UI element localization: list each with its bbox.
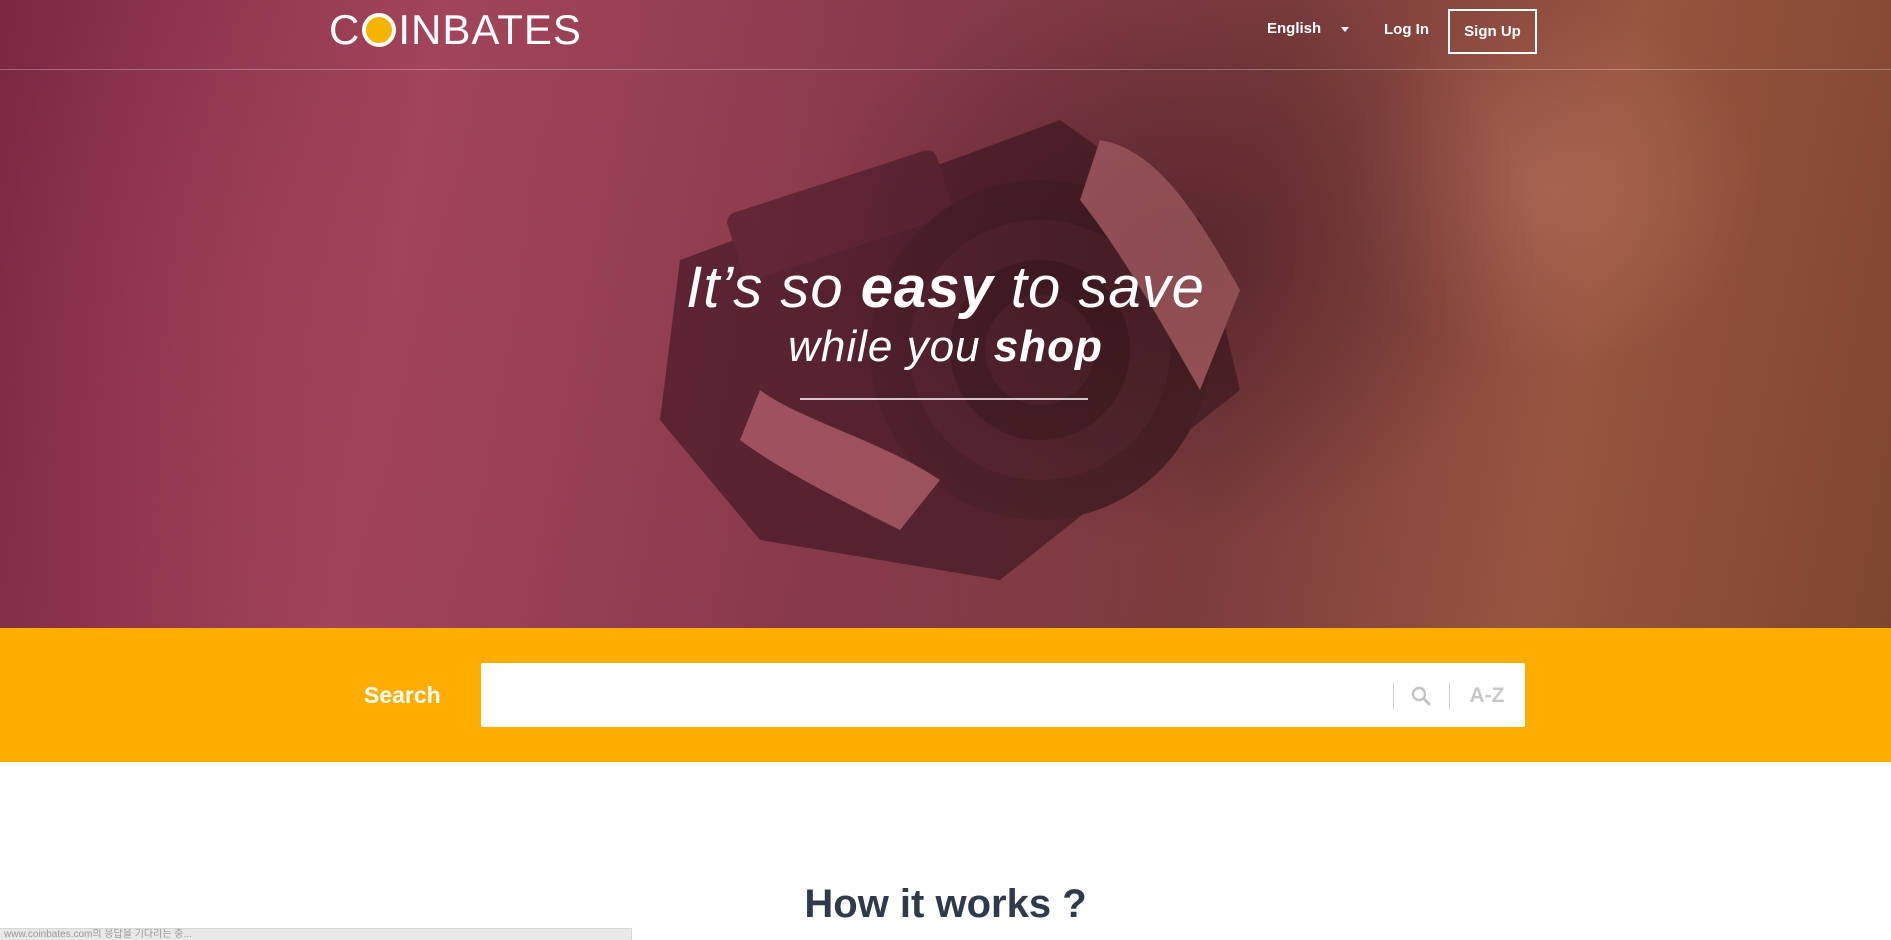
tagline-divider [800, 398, 1088, 400]
browser-status-bar: www.coinbates.com의 응답을 기다리는 중... [0, 928, 632, 940]
coinbates-logo[interactable]: C INBATES [329, 6, 582, 53]
logo-text-left: C [329, 6, 361, 53]
login-link[interactable]: Log In [1384, 21, 1429, 38]
logo-text-right: INBATES [398, 6, 582, 53]
how-it-works-title: How it works ? [804, 882, 1087, 926]
search-input[interactable] [481, 663, 1391, 727]
search-label: Search [364, 682, 441, 708]
hero-tagline: It’s so easy to save while you shop [0, 255, 1891, 373]
tagline-emphasis: easy [860, 255, 994, 320]
top-header: C INBATES English Log In Sign Up [0, 0, 1891, 70]
tagline-text: It’s so [686, 255, 861, 320]
tagline-emphasis: shop [993, 322, 1103, 371]
language-selector[interactable]: English [1267, 20, 1350, 37]
tagline-text: to save [993, 255, 1205, 320]
tagline-line-2: while you shop [0, 321, 1891, 373]
tagline-line-1: It’s so easy to save [0, 255, 1891, 321]
search-box: A-Z [481, 663, 1525, 727]
coin-icon [362, 13, 397, 47]
chevron-down-icon [1341, 27, 1350, 32]
signup-button[interactable]: Sign Up [1448, 9, 1537, 54]
az-button[interactable]: A-Z [1457, 681, 1517, 711]
divider [1393, 683, 1394, 709]
search-icon [1411, 686, 1431, 706]
divider [1449, 683, 1450, 709]
language-label: English [1267, 20, 1322, 37]
tagline-text: while you [788, 322, 994, 371]
search-section: Search A-Z [0, 628, 1891, 762]
search-button[interactable] [1401, 679, 1441, 713]
